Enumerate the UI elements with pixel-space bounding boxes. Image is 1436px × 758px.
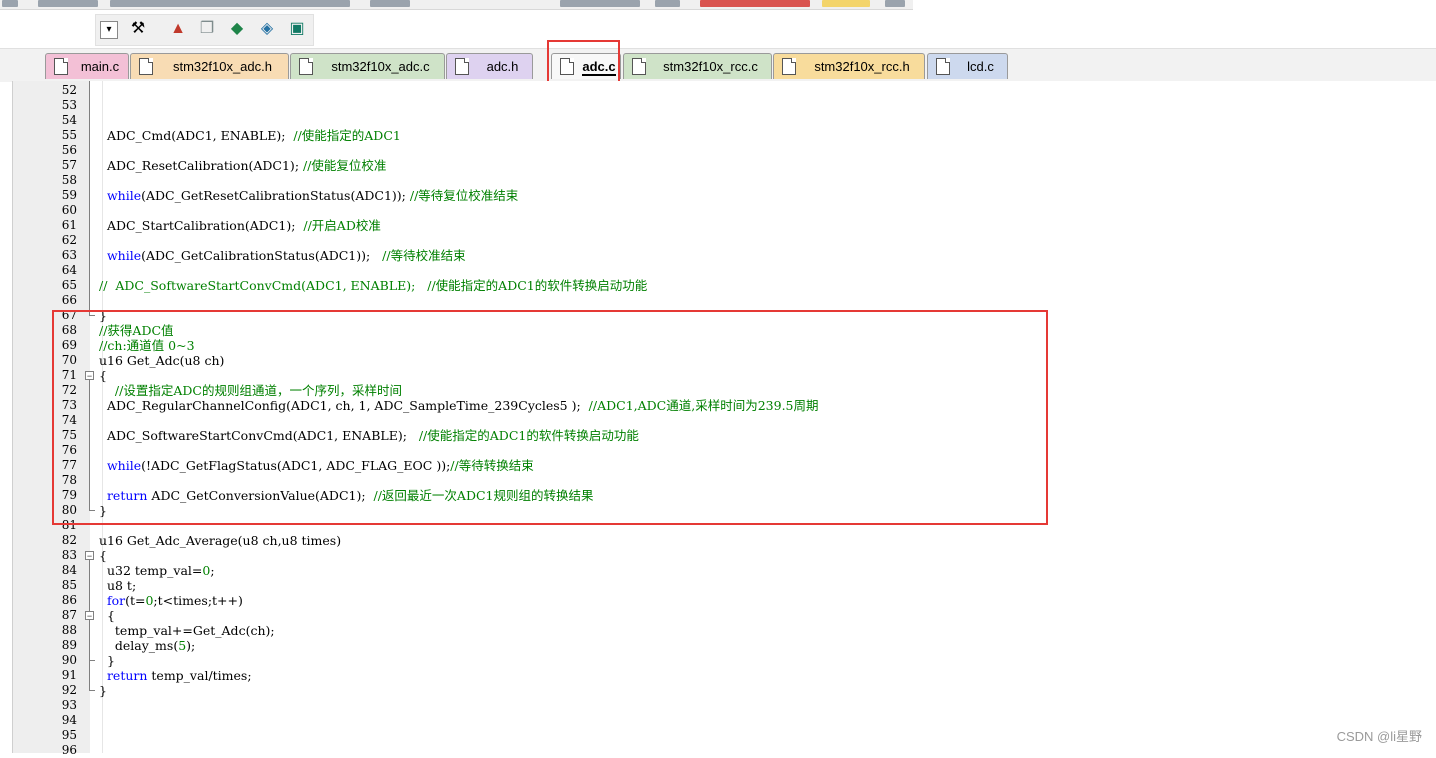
line-number: 65 <box>61 278 77 292</box>
line-number: 61 <box>61 218 77 232</box>
code-line[interactable]: for(t=0;t<times;t++) <box>99 593 243 608</box>
toolbar-fragment <box>2 0 18 7</box>
line-number: 86 <box>61 593 77 607</box>
line-number: 90 <box>61 653 77 667</box>
line-number: 63 <box>61 248 77 262</box>
line-number: 82 <box>61 533 77 547</box>
tab-main-c[interactable]: main.c <box>45 53 129 79</box>
tab-label: lcd.c <box>967 59 994 74</box>
code-line[interactable]: } <box>99 653 115 668</box>
line-number: 89 <box>61 638 77 652</box>
pack-icon[interactable]: ▣ <box>287 19 307 39</box>
code-line[interactable]: u8 t; <box>99 578 136 593</box>
tab-stm32f10x-adc-c[interactable]: stm32f10x_adc.c <box>290 53 445 79</box>
line-number: 57 <box>61 158 77 172</box>
line-number: 83 <box>61 548 77 562</box>
code-line[interactable]: ADC_StartCalibration(ADC1); //开启AD校准 <box>99 218 381 233</box>
line-number: 85 <box>61 578 77 592</box>
code-line[interactable]: u16 Get_Adc_Average(u8 ch,u8 times) <box>99 533 341 548</box>
tab-label: stm32f10x_adc.c <box>331 59 430 74</box>
line-number: 52 <box>61 83 77 97</box>
code-line[interactable]: } <box>99 683 107 698</box>
line-number: 84 <box>61 563 77 577</box>
toolbar-fragment <box>822 0 870 7</box>
code-line[interactable]: return temp_val/times; <box>99 668 252 683</box>
code-line[interactable]: { <box>99 548 107 563</box>
fold-guide <box>89 81 90 315</box>
code-line[interactable]: delay_ms(5); <box>99 638 195 653</box>
tab-label: main.c <box>80 59 120 74</box>
line-number: 55 <box>61 128 77 142</box>
gem-icon[interactable]: ◈ <box>257 19 277 39</box>
line-number: 87 <box>61 608 77 622</box>
tab-stm32f10x-rcc-c[interactable]: stm32f10x_rcc.c <box>623 53 772 79</box>
fold-guide <box>89 620 90 660</box>
active-tab-highlight <box>547 40 620 84</box>
code-line[interactable]: u32 temp_val=0; <box>99 563 215 578</box>
line-number: 93 <box>61 698 77 712</box>
tab-label: adc.h <box>486 59 519 74</box>
fold-toggle-icon[interactable]: − <box>85 611 94 621</box>
watermark: CSDN @li星野 <box>1336 729 1422 744</box>
tab-lcd-c[interactable]: lcd.c <box>927 53 1008 79</box>
tab-stm32f10x-rcc-h[interactable]: stm32f10x_rcc.h <box>773 53 925 79</box>
toolbar-fragment <box>560 0 640 7</box>
line-number: 53 <box>61 98 77 112</box>
code-highlight-box <box>52 310 1048 525</box>
toolbar-fragment <box>655 0 680 7</box>
line-number: 66 <box>61 293 77 307</box>
fold-end <box>89 660 95 661</box>
line-number: 56 <box>61 143 77 157</box>
code-line[interactable]: { <box>99 608 115 623</box>
magic-wand-icon[interactable]: ⚒ <box>128 19 148 39</box>
dropdown-icon[interactable]: ▾ <box>100 21 118 39</box>
load-icon[interactable]: ▲ <box>168 19 188 39</box>
copy-icon[interactable]: ❐ <box>197 19 217 39</box>
line-number: 60 <box>61 203 77 217</box>
toolbar-fragment <box>110 0 350 7</box>
code-line[interactable]: while(ADC_GetResetCalibrationStatus(ADC1… <box>99 188 518 203</box>
code-line[interactable]: while(ADC_GetCalibrationStatus(ADC1)); /… <box>99 248 466 263</box>
line-number: 64 <box>61 263 77 277</box>
line-number: 54 <box>61 113 77 127</box>
tab-label: stm32f10x_rcc.c <box>663 59 758 74</box>
fold-end <box>89 690 95 691</box>
tab-adc-h[interactable]: adc.h <box>446 53 533 79</box>
tab-label: stm32f10x_adc.h <box>172 59 272 74</box>
code-line[interactable]: // ADC_SoftwareStartConvCmd(ADC1, ENABLE… <box>99 278 647 293</box>
build-toolbar: ▾ ⚒ ▲ ❐ ◆ ◈ ▣ <box>0 10 1436 48</box>
file-tab-bar: main.c stm32f10x_adc.h stm32f10x_adc.c a… <box>0 48 1436 82</box>
toolbar-fragment <box>38 0 98 7</box>
code-line[interactable]: ADC_Cmd(ADC1, ENABLE); //使能指定的ADC1 <box>99 128 401 143</box>
line-number: 94 <box>61 713 77 727</box>
tab-stm32f10x-adc-h[interactable]: stm32f10x_adc.h <box>130 53 289 79</box>
line-number: 92 <box>61 683 77 697</box>
tab-label: stm32f10x_rcc.h <box>814 59 910 74</box>
diamond-icon[interactable]: ◆ <box>227 19 247 39</box>
line-number: 58 <box>61 173 77 187</box>
code-line[interactable]: ADC_ResetCalibration(ADC1); //使能复位校准 <box>99 158 387 173</box>
main-toolbar-top <box>0 0 913 10</box>
line-number: 96 <box>61 743 77 757</box>
code-line[interactable]: temp_val+=Get_Adc(ch); <box>99 623 275 638</box>
line-number: 95 <box>61 728 77 742</box>
line-number: 59 <box>61 188 77 202</box>
toolbar-fragment <box>885 0 905 7</box>
line-number: 62 <box>61 233 77 247</box>
toolbar-fragment <box>370 0 410 7</box>
line-number: 91 <box>61 668 77 682</box>
line-number: 88 <box>61 623 77 637</box>
fold-toggle-icon[interactable]: − <box>85 551 94 561</box>
toolbar-fragment <box>700 0 810 7</box>
